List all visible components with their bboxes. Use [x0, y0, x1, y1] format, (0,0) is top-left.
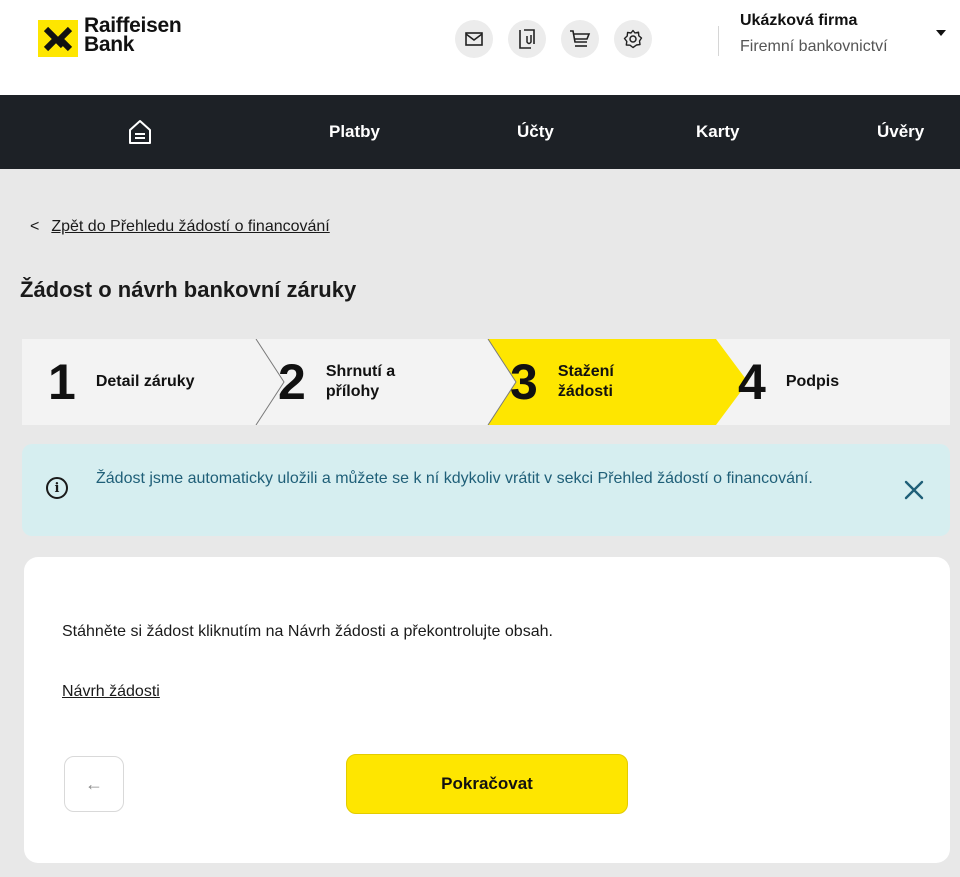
step-label-line1: Stažení [557, 363, 614, 380]
stepper: 1 Detail záruky 2 Shrnutí a přílohy 3 St… [22, 339, 950, 425]
back-button[interactable]: ← [64, 756, 124, 812]
chevron-down-icon[interactable] [936, 30, 946, 36]
header-icons [455, 20, 652, 58]
content-area: < Zpět do Přehledu žádostí o financování… [0, 169, 960, 877]
logo-mark-icon [38, 20, 78, 57]
documents-icon[interactable] [508, 20, 546, 58]
settings-icon[interactable] [614, 20, 652, 58]
company-name: Ukázková firma [740, 12, 858, 29]
mail-icon[interactable] [455, 20, 493, 58]
brand-line2: Bank [84, 33, 135, 56]
step-4: 4 Podpis [738, 339, 839, 425]
step-label: Podpis [785, 373, 840, 390]
step-label: Shrnutí a přílohy [326, 362, 395, 402]
step-3: 3 Stažení žádosti [510, 339, 614, 425]
step-label-line1: Shrnutí a [325, 363, 396, 380]
draft-request-link[interactable]: Návrh žádosti [62, 683, 160, 701]
step-label: Stažení žádosti [558, 362, 614, 402]
cart-icon[interactable] [561, 20, 599, 58]
step-2: 2 Shrnutí a přílohy [278, 339, 395, 425]
raiffeisen-logo[interactable]: Raiffeisen Bank [38, 15, 182, 57]
page-title: Žádost o návrh bankovní záruky [20, 277, 357, 302]
main-nav: Platby Účty Karty Úvěry [0, 95, 960, 169]
nav-item-platby[interactable]: Platby [329, 95, 380, 169]
company-switcher[interactable]: Ukázková firma Firemní bankovnictví [740, 12, 888, 56]
step-label: Detail záruky [95, 373, 195, 390]
step-1: 1 Detail záruky [48, 339, 195, 425]
header-divider [718, 26, 719, 56]
chevron-left-icon: < [30, 218, 40, 235]
step-number: 4 [738, 354, 766, 410]
home-icon[interactable] [128, 95, 152, 169]
info-banner: i Žádost jsme automaticky uložili a může… [22, 444, 950, 536]
step-number: 1 [48, 354, 76, 410]
back-link[interactable]: < Zpět do Přehledu žádostí o financování [30, 218, 330, 236]
info-icon: i [46, 477, 68, 499]
company-sub: Firemní bankovnictví [740, 38, 888, 55]
download-card: Stáhněte si žádost kliknutím na Návrh žá… [24, 557, 950, 863]
arrow-left-icon: ← [85, 773, 103, 794]
step-label-line2: přílohy [325, 383, 380, 400]
nav-item-karty[interactable]: Karty [696, 95, 739, 169]
close-icon[interactable] [902, 478, 926, 502]
back-link-label: Zpět do Přehledu žádostí o financování [51, 218, 330, 235]
nav-item-ucty[interactable]: Účty [517, 95, 554, 169]
instruction-text: Stáhněte si žádost kliknutím na Návrh žá… [62, 623, 553, 640]
continue-button[interactable]: Pokračovat [346, 754, 628, 814]
step-label-line2: žádosti [557, 383, 613, 400]
top-header: Raiffeisen Bank Ukázková firma Firemní b… [0, 0, 960, 95]
nav-item-uvery[interactable]: Úvěry [877, 95, 924, 169]
info-banner-text: Žádost jsme automaticky uložili a můžete… [96, 470, 813, 487]
logo-text: Raiffeisen Bank [84, 15, 182, 56]
step-number: 3 [510, 354, 538, 410]
step-number: 2 [278, 354, 306, 410]
